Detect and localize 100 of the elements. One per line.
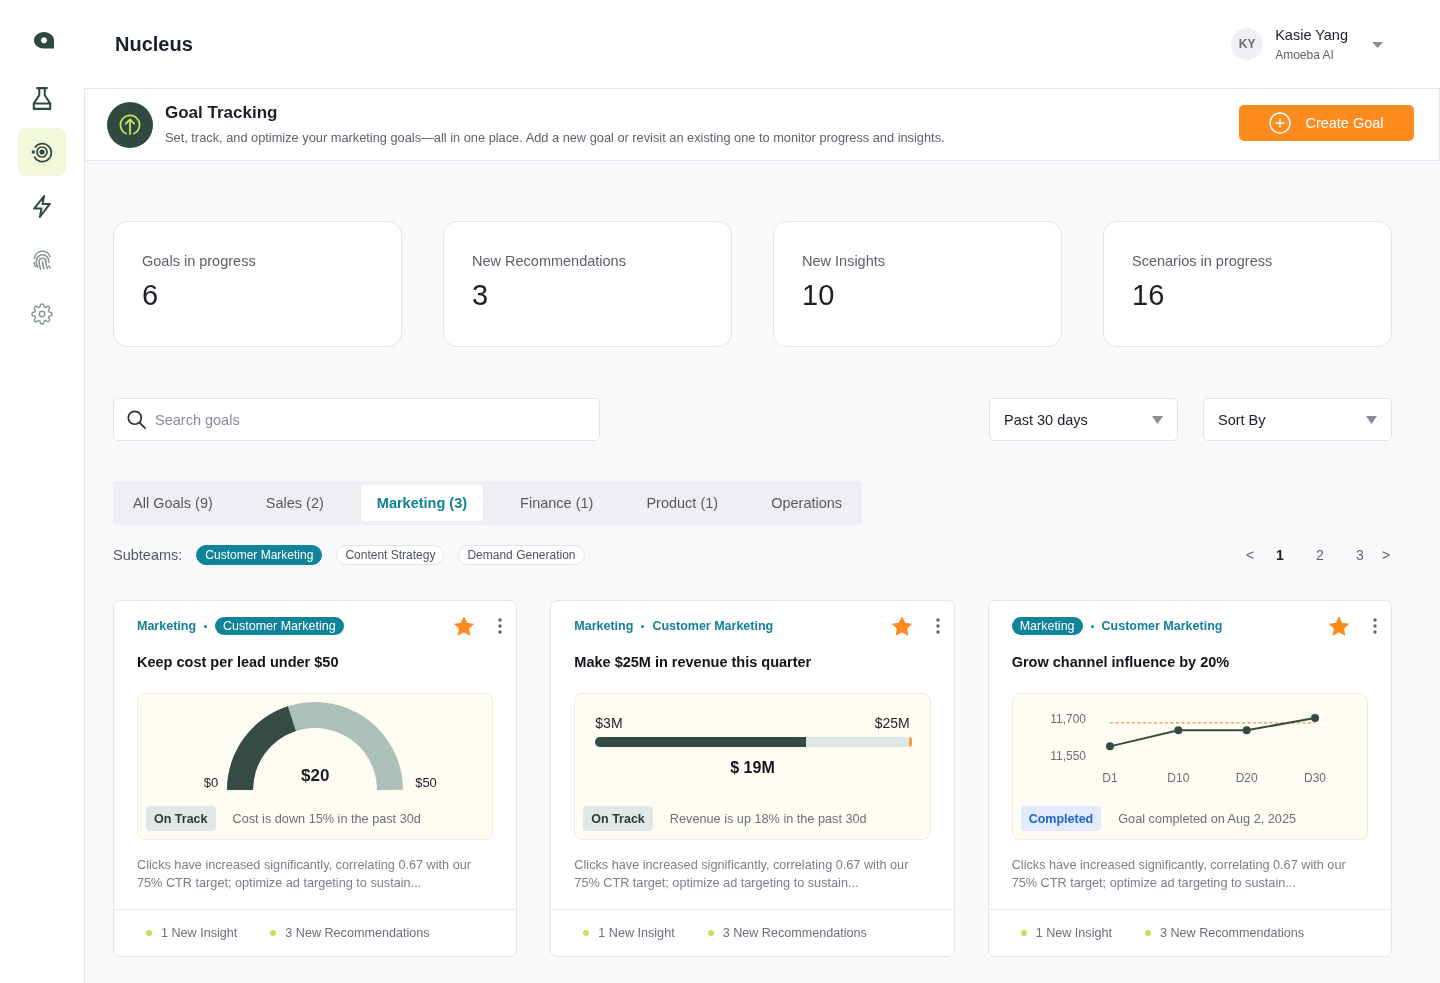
goal-title: Make $25M in revenue this quarter	[574, 654, 813, 670]
separator-dot-icon	[1090, 624, 1094, 628]
y-tick-label: 11,700	[1049, 711, 1086, 726]
team-label: Customer Marketing	[652, 619, 774, 633]
plus-circle-icon	[1269, 111, 1292, 134]
lightning-icon	[33, 194, 51, 218]
user-org: Amoeba AI	[1275, 47, 1335, 62]
status-badge: On Track	[146, 806, 216, 831]
caret-icon	[1366, 415, 1377, 424]
stat-label: New Insights	[802, 253, 886, 269]
page-description: Set, track, and optimize your marketing goals—all in one place. Add a new goal or revisit an existing one to monitor progress and insights.	[165, 129, 945, 145]
stat-value: 3	[472, 279, 490, 312]
app-title: Nucleus	[115, 32, 193, 56]
x-tick-label: D1	[1102, 771, 1118, 785]
goal-title: Keep cost per lead under $50	[137, 654, 340, 670]
caret-icon[interactable]	[1372, 42, 1383, 48]
footer-count[interactable]: 1 New Insight	[598, 926, 675, 940]
data-point	[1242, 726, 1251, 735]
subteam-chip[interactable]: Customer Marketing	[196, 545, 323, 565]
status-badge: On Track	[583, 806, 653, 831]
more-icon[interactable]	[935, 618, 940, 634]
subteam-chip[interactable]: Content Strategy	[336, 545, 445, 565]
status-note: Revenue is up 18% in the past 30d	[669, 811, 867, 826]
previous-page-button[interactable]: <	[1244, 547, 1256, 563]
goal-description: Clicks have increased significantly, correlating 0.67 with our 75% CTR target; optimize ad targeting to sustain...	[1011, 857, 1347, 892]
separator-dot-icon	[641, 624, 645, 628]
bullet-dot-icon	[1020, 930, 1027, 936]
search-icon	[127, 410, 146, 429]
bullet-dot-icon	[583, 930, 590, 936]
team-label: Customer Marketing	[215, 617, 344, 635]
page-link[interactable]: 1	[1270, 547, 1290, 563]
status-note: Goal completed on Aug 2, 2025	[1118, 811, 1296, 826]
more-icon[interactable]	[498, 618, 503, 634]
stat-value: 10	[802, 279, 836, 312]
caret-icon	[1152, 415, 1163, 424]
footer-count[interactable]: 3 New Recommendations	[285, 926, 430, 940]
user-avatar[interactable]: KY	[1231, 28, 1264, 60]
progress-target-label: $25M	[874, 715, 910, 731]
bullet-dot-icon	[1144, 930, 1151, 936]
stat-label: New Recommendations	[472, 253, 627, 269]
x-tick-label: D30	[1303, 771, 1326, 785]
page-title: Goal Tracking	[165, 102, 279, 123]
goal-description: Clicks have increased significantly, correlating 0.67 with our 75% CTR target; optimize ad targeting to sustain...	[574, 857, 910, 892]
user-name: Kasie Yang	[1275, 26, 1348, 43]
settings-icon	[31, 303, 53, 325]
logo-icon	[33, 32, 54, 49]
separator-dot-icon	[204, 624, 208, 628]
stat-label: Scenarios in progress	[1132, 253, 1274, 269]
tab[interactable]: Sales (2)	[249, 485, 340, 521]
footer-count[interactable]: 3 New Recommendations	[1159, 926, 1305, 940]
tab[interactable]: Product (1)	[630, 485, 735, 521]
x-tick-label: D10	[1167, 771, 1189, 785]
next-page-button[interactable]: >	[1380, 547, 1392, 563]
page-link[interactable]: 3	[1350, 547, 1370, 563]
more-icon[interactable]	[1373, 618, 1377, 634]
tab[interactable]: All Goals (9)	[117, 485, 229, 521]
team-label: Marketing	[137, 619, 197, 633]
data-point	[1310, 714, 1319, 722]
data-point	[1174, 726, 1182, 735]
footer-count[interactable]: 1 New Insight	[1035, 926, 1112, 940]
goal-description: Clicks have increased significantly, correlating 0.67 with our 75% CTR target; optimize ad targeting to sustain...	[137, 857, 473, 892]
gauge-min-label: $0	[203, 775, 219, 790]
subteams-label: Subteams:	[113, 547, 183, 563]
orbit-icon	[30, 140, 54, 164]
stat-label: Goals in progress	[142, 253, 257, 269]
x-tick-label: D20	[1235, 771, 1258, 785]
bullet-dot-icon	[270, 930, 277, 936]
dropdown[interactable]: Sort By	[1203, 398, 1392, 441]
dropdown[interactable]: Past 30 days	[989, 398, 1178, 441]
team-label: Customer Marketing	[1101, 619, 1223, 633]
bullet-dot-icon	[707, 930, 714, 936]
tab[interactable]: Operations	[755, 485, 859, 521]
fingerprint-icon	[32, 250, 52, 270]
goal-title: Grow channel influence by 20%	[1011, 654, 1231, 670]
team-label: Marketing	[574, 619, 634, 633]
flask-icon	[32, 86, 52, 110]
tab[interactable]: Marketing (3)	[360, 485, 484, 521]
stat-value: 16	[1132, 279, 1166, 312]
status-badge: Completed	[1020, 806, 1102, 831]
subteam-chip[interactable]: Demand Generation	[458, 545, 585, 565]
progress-start-label: $3M	[595, 715, 623, 731]
bullet-dot-icon	[146, 930, 152, 936]
star-icon[interactable]	[454, 616, 475, 636]
progress-value: $ 19M	[729, 759, 776, 777]
gauge-value: $20	[300, 766, 330, 786]
team-label: Marketing	[1011, 617, 1083, 635]
page-link[interactable]: 2	[1310, 547, 1330, 563]
footer-count[interactable]: 3 New Recommendations	[722, 926, 867, 940]
stat-value: 6	[142, 279, 160, 312]
gauge-max-label: $50	[415, 775, 437, 790]
tab[interactable]: Finance (1)	[504, 485, 610, 521]
star-icon[interactable]	[891, 616, 912, 636]
data-point	[1105, 742, 1114, 751]
sidebar-item[interactable]	[18, 128, 66, 176]
status-note: Cost is down 15% in the past 30d	[232, 811, 421, 826]
y-tick-label: 11,550	[1049, 748, 1086, 763]
star-icon[interactable]	[1329, 616, 1349, 636]
footer-count[interactable]: 1 New Insight	[161, 926, 238, 940]
target-marker-icon	[908, 737, 912, 747]
search-field[interactable]: Search goals	[113, 398, 600, 441]
